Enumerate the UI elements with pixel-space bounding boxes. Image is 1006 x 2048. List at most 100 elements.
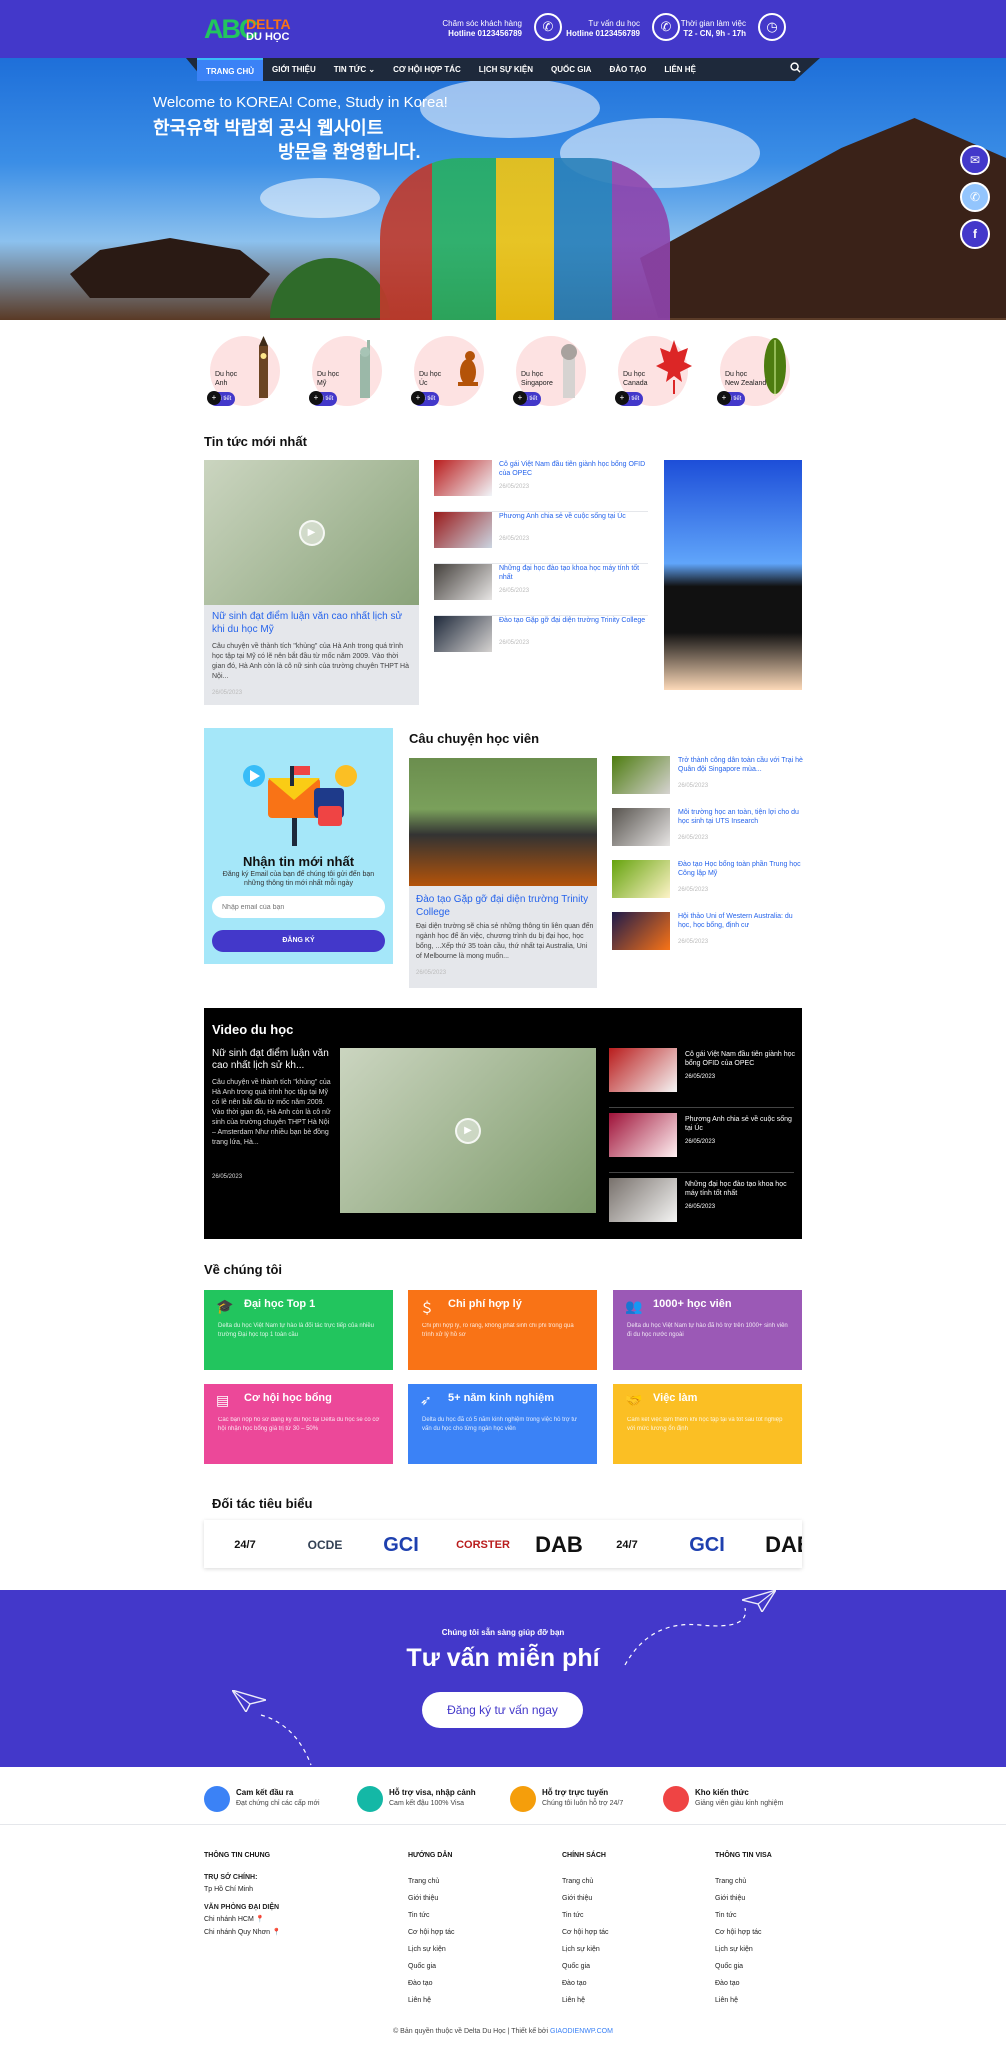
featured-story-title[interactable]: Đào tạo Gặp gỡ đại diện trường Trinity C… [416, 893, 591, 919]
footer-link[interactable]: Liên hệ [408, 1992, 548, 2009]
story-thumbnail[interactable] [612, 860, 670, 898]
partner-logo[interactable]: 24/7 fitness [218, 1528, 272, 1562]
feature-card-reasonable-cost[interactable]: ＄ Chi phí hợp lý Chi phí hợp lý, rõ ràng, … [408, 1290, 597, 1370]
feature-card-top-university[interactable]: 🎓 Đại học Top 1 Delta du học Việt Nam tự h… [204, 1290, 393, 1370]
nav-item-home[interactable]: TRANG CHỦ [197, 58, 263, 81]
footer-link[interactable]: Lịch sự kiện [715, 1941, 803, 1958]
list-item[interactable]: Cô gái Việt Nam đầu tiên giành học bổng … [434, 460, 648, 512]
list-item[interactable]: Môi trường học an toàn, tiện lợi cho du … [612, 808, 802, 860]
footer-link[interactable]: Giới thiệu [562, 1890, 702, 1907]
partner-logo[interactable]: OCDE [300, 1528, 350, 1562]
footer-link[interactable]: Tin tức [715, 1907, 803, 1924]
story-thumbnail[interactable] [612, 756, 670, 794]
list-item[interactable]: Những đại học đào tạo khoa học máy tính … [609, 1176, 794, 1238]
footer-link[interactable]: Liên hệ [562, 1992, 702, 2009]
list-item[interactable]: Trở thành công dân toàn cầu với Trại hè … [612, 756, 803, 808]
footer-link[interactable]: Trang chủ [408, 1873, 548, 1890]
footer-link[interactable]: Giới thiệu [408, 1890, 548, 1907]
register-consultation-button[interactable]: Đăng ký tư vấn ngay [422, 1692, 583, 1728]
phone-icon[interactable]: ✆ [960, 182, 990, 212]
list-item[interactable]: Phương Anh chia sẻ về cuộc sống tại Úc 26… [609, 1111, 794, 1173]
nav-item-about[interactable]: GIỚI THIỆU [263, 58, 325, 81]
featured-news-title[interactable]: Nữ sinh đạt điểm luận văn cao nhất lịch … [212, 610, 412, 636]
footer-link[interactable]: Đào tạo [562, 1975, 702, 1992]
nav-item-countries[interactable]: QUỐC GIA [542, 58, 600, 81]
phone-icon[interactable]: ✆ [652, 13, 680, 41]
partner-logo[interactable]: DAB [760, 1528, 802, 1562]
video-thumbnail[interactable] [609, 1113, 677, 1157]
nav-item-events[interactable]: LỊCH SỰ KIỆN [470, 58, 542, 81]
news-thumbnail[interactable] [434, 460, 492, 496]
list-item[interactable]: Đào tạo Học bổng toàn phần Trung học Côn… [612, 860, 802, 912]
news-thumbnail[interactable] [434, 512, 492, 548]
footer-link[interactable]: Cơ hội hợp tác [408, 1924, 548, 1941]
footer-link[interactable]: Lịch sự kiện [408, 1941, 548, 1958]
feature-card-employment[interactable]: 🤝 Việc làm Cam kết việc làm thêm khi học t… [613, 1384, 802, 1464]
designer-link[interactable]: GIAODIENWP.COM [550, 2028, 613, 2035]
featured-story-card[interactable]: Đào tạo Gặp gỡ đại diện trường Trinity C… [409, 758, 597, 988]
play-icon[interactable]: ▶ [455, 1117, 481, 1144]
details-button[interactable]: + Chi tiết [309, 391, 337, 406]
country-card-uk[interactable]: Du học Anh + Chi tiết [204, 336, 284, 414]
phone-icon[interactable]: ✆ [534, 13, 562, 41]
details-button[interactable]: + Chi tiết [411, 391, 439, 406]
featured-video-title[interactable]: Nữ sinh đạt điểm luận văn cao nhất lịch … [212, 1048, 332, 1072]
feature-card-students[interactable]: 👥 1000+ học viên Delta du học Việt Nam tự … [613, 1290, 802, 1370]
footer-link[interactable]: Cơ hội hợp tác [562, 1924, 702, 1941]
country-card-singapore[interactable]: Du học Singapore + Chi tiết [510, 336, 590, 414]
nav-item-training[interactable]: ĐÀO TẠO [600, 58, 655, 81]
story-thumbnail[interactable] [612, 912, 670, 950]
list-item[interactable]: Những đại học đào tạo khoa học máy tính … [434, 564, 648, 616]
partner-logo[interactable]: CORSTER [448, 1528, 518, 1562]
country-card-australia[interactable]: Du học Úc + Chi tiết [408, 336, 488, 414]
details-button[interactable]: + Chi tiết [207, 391, 235, 406]
email-icon[interactable]: ✉ [960, 145, 990, 175]
play-icon[interactable]: ▶ [298, 519, 325, 546]
partner-logo[interactable]: GCI [368, 1528, 434, 1562]
news-thumbnail[interactable] [434, 564, 492, 600]
nav-item-contact[interactable]: LIÊN HỆ [655, 58, 705, 81]
country-card-canada[interactable]: Du học Canada + Chi tiết [612, 336, 692, 414]
footer-link[interactable]: Tin tức [408, 1907, 548, 1924]
footer-link[interactable]: Trang chủ [715, 1873, 803, 1890]
country-card-usa[interactable]: Du học Mỹ + Chi tiết [306, 336, 386, 414]
video-thumbnail[interactable] [609, 1048, 677, 1092]
footer-link[interactable]: Lịch sự kiện [562, 1941, 702, 1958]
facebook-icon[interactable]: f [960, 219, 990, 249]
footer-link[interactable]: Cơ hội hợp tác [715, 1924, 803, 1941]
country-card-new-zealand[interactable]: Du học New Zealand + Chi tiết [714, 336, 794, 414]
graduates-banner-image[interactable] [664, 460, 802, 690]
feature-card-scholarship[interactable]: ▤ Cơ hội học bổng Các bạn nộp hồ sơ đăng k… [204, 1384, 393, 1464]
featured-video-player[interactable]: ▶ [340, 1048, 596, 1213]
story-thumbnail[interactable] [612, 808, 670, 846]
footer-link[interactable]: Liên hệ [715, 1992, 803, 2009]
footer-link[interactable]: Đào tạo [715, 1975, 803, 1992]
list-item[interactable]: Cô gái Việt Nam đầu tiên giành học bổng … [609, 1046, 795, 1108]
details-button[interactable]: + Chi tiết [513, 391, 541, 406]
footer-link[interactable]: Giới thiệu [715, 1890, 803, 1907]
subscribe-button[interactable]: ĐĂNG KÝ [212, 930, 385, 952]
video-thumbnail[interactable] [609, 1178, 677, 1222]
nav-item-partnership[interactable]: CƠ HỘI HỢP TÁC [384, 58, 470, 81]
partner-logo[interactable]: GCI [674, 1528, 740, 1562]
nav-item-news[interactable]: TIN TỨC ⌄ [325, 58, 384, 81]
featured-news-image[interactable]: ▶ [204, 460, 419, 605]
footer-link[interactable]: Tin tức [562, 1907, 702, 1924]
footer-link[interactable]: Quốc gia [408, 1958, 548, 1975]
email-field[interactable] [212, 896, 385, 918]
list-item[interactable]: Đào tạo Gặp gỡ đại diện trường Trinity C… [434, 616, 648, 668]
footer-link[interactable]: Quốc gia [715, 1958, 803, 1975]
details-button[interactable]: + Chi tiết [717, 391, 745, 406]
partner-logo[interactable]: DAB [530, 1528, 588, 1562]
partner-logo[interactable]: 24/7 fitness [600, 1528, 654, 1562]
feature-card-experience[interactable]: ➶ 5+ năm kinh nghiệm Delta du học đã có 5 … [408, 1384, 597, 1464]
list-item[interactable]: Hội thảo Uni of Western Australia: du họ… [612, 912, 802, 964]
details-button[interactable]: + Chi tiết [615, 391, 643, 406]
list-item[interactable]: Phương Anh chia sẻ về cuộc sống tại Úc 26… [434, 512, 648, 564]
site-logo[interactable]: ABC DELTA DU HỌC [204, 12, 299, 46]
footer-link[interactable]: Trang chủ [562, 1873, 702, 1890]
featured-story-image[interactable] [409, 758, 597, 886]
featured-news-card[interactable]: ▶ Nữ sinh đạt điểm luận văn cao nhất lịc… [204, 460, 419, 705]
footer-link[interactable]: Quốc gia [562, 1958, 702, 1975]
news-thumbnail[interactable] [434, 616, 492, 652]
